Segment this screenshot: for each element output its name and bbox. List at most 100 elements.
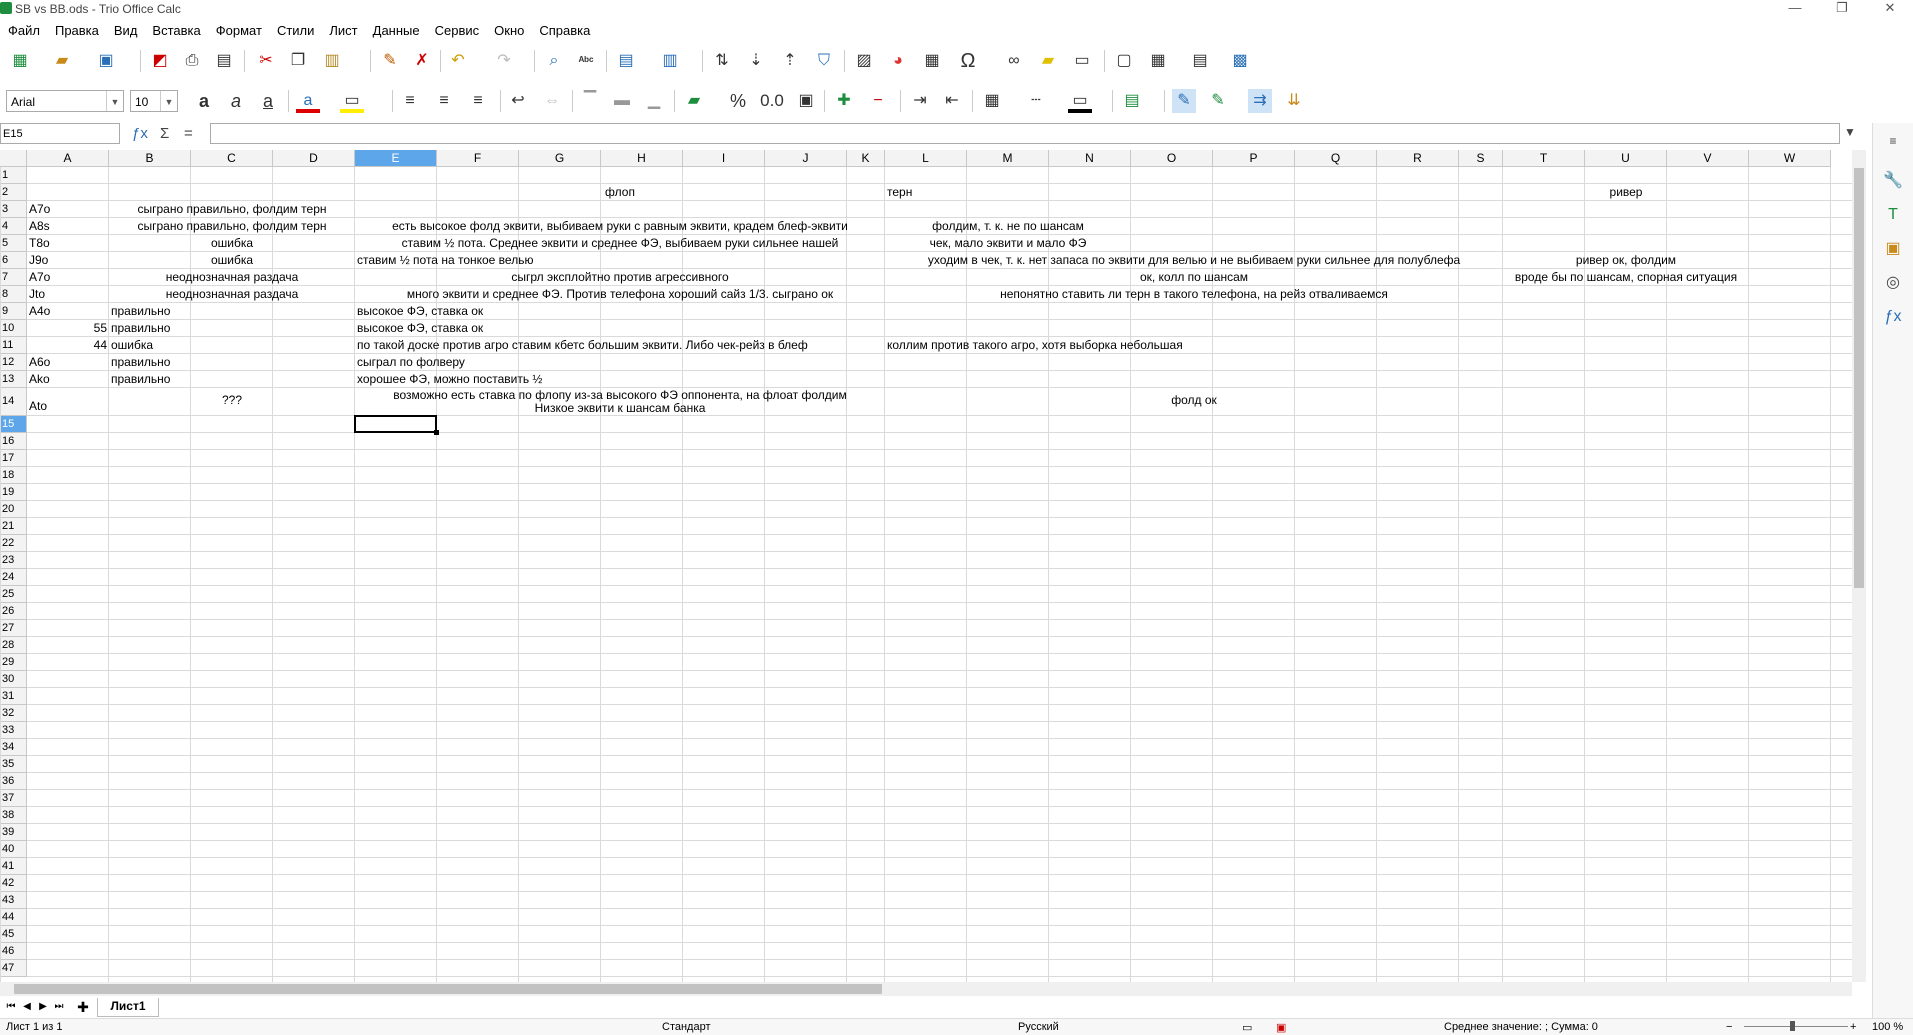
sum-icon[interactable]: Σ — [160, 125, 169, 142]
cell-r6-turn[interactable]: уходим в чек, т. к. нет запаса по эквити… — [887, 252, 1501, 268]
column-header[interactable]: M — [967, 150, 1049, 167]
zoom-level[interactable]: 100 % — [1872, 1021, 1903, 1033]
font-name-combo[interactable]: Arial ▼ — [6, 90, 124, 112]
menu-insert[interactable]: Вставка — [144, 20, 207, 38]
row-header[interactable]: 13 — [0, 371, 27, 388]
row-header[interactable]: 34 — [0, 739, 27, 756]
column-header[interactable]: W — [1749, 150, 1831, 167]
row-header[interactable]: 17 — [0, 450, 27, 467]
cell-r11-l[interactable]: коллим против такого агро, хотя выборка … — [887, 337, 1293, 353]
wrap-text-icon[interactable]: ↩ — [506, 89, 530, 113]
row-header[interactable]: 15 — [0, 416, 27, 433]
menu-window[interactable]: Окно — [486, 20, 531, 38]
expand-formula-icon[interactable]: ▼ — [1844, 125, 1856, 139]
open-icon[interactable]: ▰ — [50, 49, 74, 73]
spreadsheet-grid[interactable]: A B C D E F G H I J K L M N O P Q R S T U V W 1 2 3 4 5 6 7 8 9 10 11 12 13… — [0, 150, 1852, 982]
cell-r13-b[interactable]: правильно — [111, 371, 189, 387]
cell-r10-e[interactable]: высокое ФЭ, ставка ок — [357, 320, 599, 336]
cell-r4-turn[interactable]: фолдим, т. к. не по шансам — [887, 218, 1129, 234]
cell-r6-a[interactable]: J9o — [29, 252, 107, 268]
row-header[interactable]: 40 — [0, 841, 27, 858]
zoom-out-icon[interactable]: − — [1726, 1021, 1732, 1033]
currency-icon[interactable]: ▰ — [682, 89, 706, 113]
column-header[interactable]: C — [191, 150, 273, 167]
cell-r5-turn[interactable]: чек, мало эквити и мало ФЭ — [887, 235, 1129, 251]
cell-r11-b[interactable]: ошибка — [111, 337, 189, 353]
cell-r14-flop2[interactable]: Низкое эквити к шансам банка — [357, 400, 883, 416]
cut-icon[interactable]: ✂ — [254, 49, 278, 73]
menu-file[interactable]: Файл — [0, 20, 47, 38]
cell-r2-turn[interactable]: терн — [887, 184, 965, 200]
cell-r9-a[interactable]: A4o — [29, 303, 107, 319]
conditional-format-icon[interactable]: ▤ — [1120, 89, 1144, 113]
export-pdf-icon[interactable]: ◩ — [148, 49, 172, 73]
row-header[interactable]: 24 — [0, 569, 27, 586]
border-color-icon[interactable]: ▭ — [1068, 89, 1092, 113]
cell-r4-bc[interactable]: сыграно правильно, фолдим терн — [111, 218, 353, 234]
row-header[interactable]: 14 — [0, 388, 27, 416]
align-top-icon[interactable]: ▔ — [578, 89, 602, 113]
cell-r5-flop[interactable]: ставим ½ пота. Среднее эквити и среднее … — [357, 235, 883, 251]
menu-edit[interactable]: Правка — [47, 20, 106, 38]
hyperlink-icon[interactable]: ∞ — [1002, 49, 1026, 73]
column-header[interactable]: A — [27, 150, 109, 167]
menu-styles[interactable]: Стили — [269, 20, 321, 38]
cell-r7-turn[interactable]: ок, колл по шансам — [887, 269, 1501, 285]
menu-data[interactable]: Данные — [365, 20, 427, 38]
row-header[interactable]: 43 — [0, 892, 27, 909]
formula-icon[interactable]: = — [184, 125, 193, 142]
row-header[interactable]: 4 — [0, 218, 27, 235]
row-header[interactable]: 36 — [0, 773, 27, 790]
cell-r4-flop[interactable]: есть высокое фолд эквити, выбиваем руки … — [357, 218, 883, 234]
formula-input[interactable] — [210, 123, 1840, 144]
row-header[interactable]: 21 — [0, 518, 27, 535]
cell-r2-river[interactable]: ривер — [1505, 184, 1747, 200]
cell-r5-bc[interactable]: ошибка — [111, 235, 353, 251]
column-header[interactable]: K — [847, 150, 885, 167]
row-header[interactable]: 5 — [0, 235, 27, 252]
cell-r11-a[interactable]: 44 — [29, 337, 107, 353]
column-header[interactable]: D — [273, 150, 355, 167]
background-color-icon[interactable]: ▭ — [340, 89, 364, 113]
cell-r13-a[interactable]: Ako — [29, 371, 107, 387]
cell-r7-river[interactable]: вроде бы по шансам, спорная ситуация — [1505, 269, 1747, 285]
cell-r4-a[interactable]: A8s — [29, 218, 107, 234]
merge-cells-icon[interactable]: ⇔ — [540, 89, 564, 113]
row-header[interactable]: 18 — [0, 467, 27, 484]
paste-icon[interactable]: ▥ — [320, 49, 344, 73]
cell-r8-bc[interactable]: неоднозначная раздача — [111, 286, 353, 302]
percent-icon[interactable]: % — [726, 89, 750, 113]
vertical-scrollbar[interactable] — [1852, 150, 1866, 982]
column-header[interactable]: R — [1377, 150, 1459, 167]
borders-icon[interactable]: ▦ — [980, 89, 1004, 113]
date-icon[interactable]: ▣ — [794, 89, 818, 113]
vertical-scroll-thumb[interactable] — [1854, 168, 1864, 588]
maximize-button[interactable]: ❐ — [1822, 0, 1862, 18]
functions-icon[interactable]: ƒx — [1881, 305, 1905, 329]
name-box[interactable]: E15 — [0, 123, 120, 144]
sort-icon[interactable]: ⇅ — [710, 49, 734, 73]
first-sheet-icon[interactable]: ⏮ — [4, 1000, 18, 1014]
cell-r9-e[interactable]: высокое ФЭ, ставка ок — [357, 303, 599, 319]
menu-view[interactable]: Вид — [106, 20, 145, 38]
cell-r14-a[interactable]: Ato — [29, 398, 107, 414]
sheet-tab-1[interactable]: Лист1 — [97, 998, 159, 1017]
row-header[interactable]: 12 — [0, 354, 27, 371]
fill-handle[interactable] — [434, 430, 439, 435]
column-header[interactable]: O — [1131, 150, 1213, 167]
redo-icon[interactable]: ↷ — [492, 49, 516, 73]
clone-formatting-icon[interactable]: ✎ — [378, 49, 402, 73]
italic-icon[interactable]: a — [224, 89, 248, 113]
row-header[interactable]: 41 — [0, 858, 27, 875]
column-header[interactable]: G — [519, 150, 601, 167]
comment-icon[interactable]: ▰ — [1036, 49, 1060, 73]
navigator-icon[interactable]: ◎ — [1881, 271, 1905, 295]
cell-r10-b[interactable]: правильно — [111, 320, 189, 336]
cell-r11-e[interactable]: по такой доске против агро ставим кбетс … — [357, 337, 883, 353]
row-header[interactable]: 44 — [0, 909, 27, 926]
add-sheet-icon[interactable]: ✚ — [76, 1000, 90, 1014]
column-header[interactable]: I — [683, 150, 765, 167]
spellcheck-icon[interactable]: ᴬᵇᶜ — [574, 49, 598, 73]
header-footer-icon[interactable]: ▭ — [1070, 49, 1094, 73]
cell-r10-a[interactable]: 55 — [29, 320, 107, 336]
